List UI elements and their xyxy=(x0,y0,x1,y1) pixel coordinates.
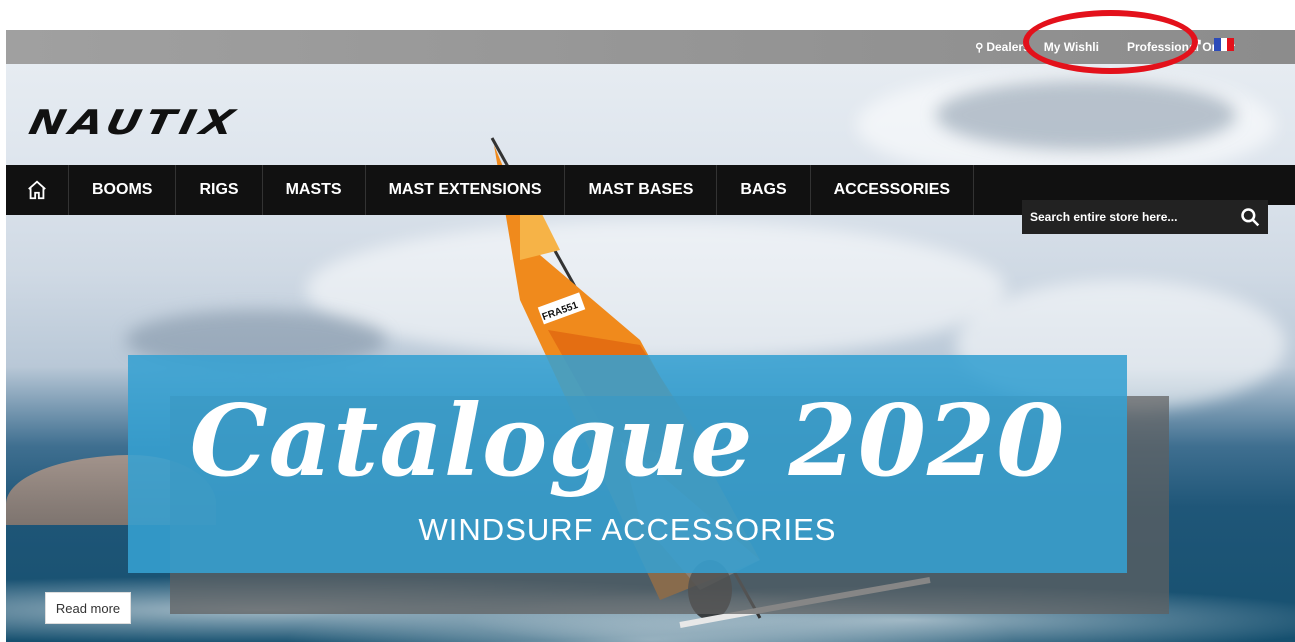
search-input[interactable] xyxy=(1028,209,1232,225)
home-button[interactable] xyxy=(6,165,69,215)
nav-bags[interactable]: BAGS xyxy=(717,165,811,215)
search-bar xyxy=(1022,200,1268,234)
main-nav: BOOMS RIGS MASTS MAST EXTENSIONS MAST BA… xyxy=(6,165,1024,215)
home-icon xyxy=(28,180,46,200)
banner-title: Catalogue 2020 xyxy=(189,384,1066,499)
nav-mast-bases[interactable]: MAST BASES xyxy=(565,165,718,215)
french-flag-icon[interactable] xyxy=(1214,38,1235,51)
nav-booms[interactable]: BOOMS xyxy=(69,165,177,215)
nav-rigs[interactable]: RIGS xyxy=(176,165,263,215)
nav-mast-extensions[interactable]: MAST EXTENSIONS xyxy=(366,165,566,215)
cloud xyxy=(936,80,1236,150)
search-button[interactable] xyxy=(1232,200,1268,234)
dealers-label: Dealers xyxy=(986,40,1030,54)
wishlist-link[interactable]: My Wishli xyxy=(1044,40,1099,54)
nav-accessories[interactable]: ACCESSORIES xyxy=(811,165,975,215)
banner-subtitle: WINDSURF ACCESSORIES xyxy=(418,512,837,547)
dealers-link[interactable]: ⚲ Dealers xyxy=(975,40,1029,54)
search-icon xyxy=(1241,208,1260,227)
read-more-button[interactable]: Read more xyxy=(45,592,131,624)
map-pin-icon: ⚲ xyxy=(975,42,984,54)
top-utility-bar: ⚲ Dealers My Wishli Professional Order xyxy=(6,30,1295,64)
cloud xyxy=(306,220,1006,360)
nav-masts[interactable]: MASTS xyxy=(263,165,366,215)
nav-extension xyxy=(1024,165,1295,205)
catalogue-banner[interactable]: Catalogue 2020 WINDSURF ACCESSORIES xyxy=(128,355,1127,573)
nautix-logo[interactable]: NAUTIX xyxy=(25,103,242,143)
uk-flag-icon[interactable]: ⚑ xyxy=(1192,36,1203,50)
